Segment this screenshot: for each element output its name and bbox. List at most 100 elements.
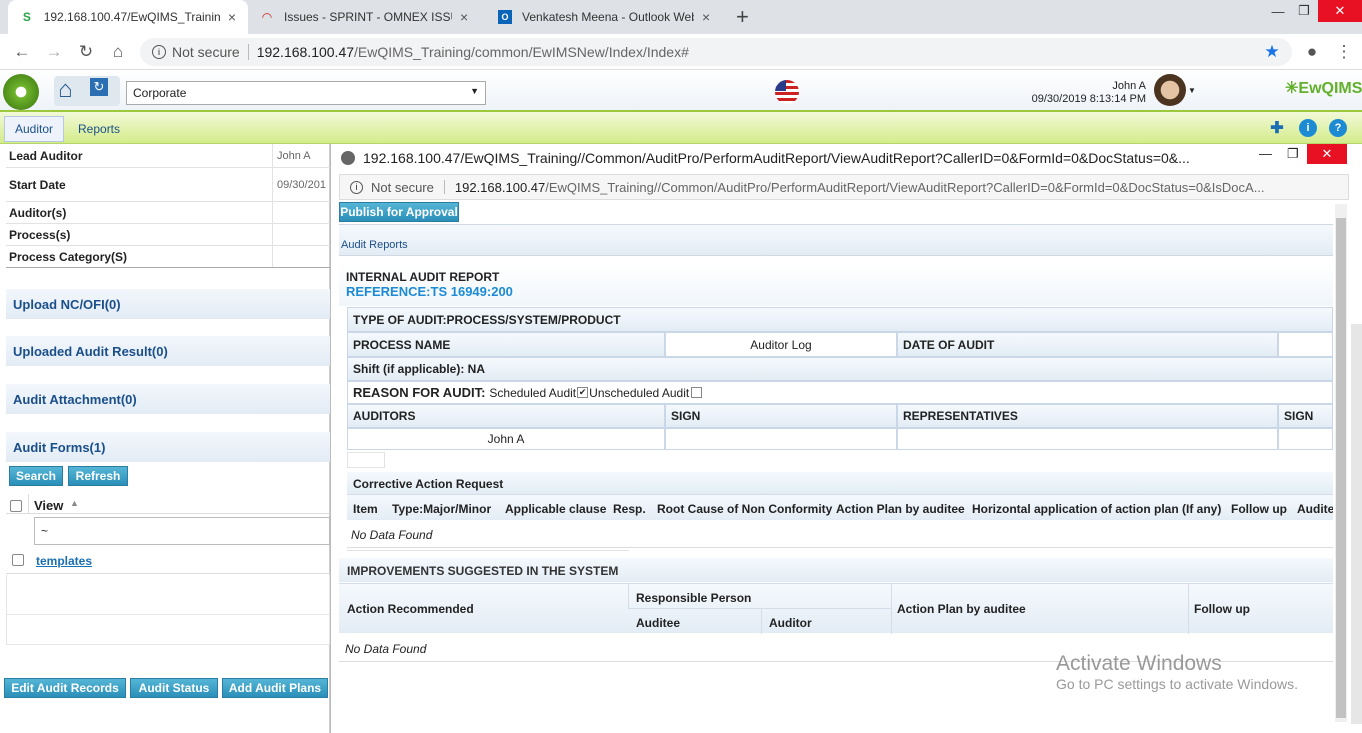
close-icon[interactable]: × bbox=[460, 9, 468, 25]
section-audit-attachment[interactable]: Audit Attachment(0) bbox=[6, 384, 330, 414]
publish-for-approval-button[interactable]: Publish for Approval bbox=[339, 202, 459, 222]
view-column-header[interactable]: View bbox=[34, 498, 63, 513]
representative-cell bbox=[897, 428, 1278, 450]
avatar[interactable] bbox=[1154, 74, 1186, 106]
imp-col-action[interactable]: Action Recommended bbox=[347, 602, 474, 616]
car-col-type[interactable]: Type:Major/Minor bbox=[392, 502, 491, 516]
car-col-horizontal[interactable]: Horizontal application of action plan (I… bbox=[972, 502, 1221, 516]
app-header: ⌂ ↻ Corporate ▼ John A 09/30/2019 8:13:1… bbox=[0, 70, 1362, 112]
car-col-resp[interactable]: Resp. bbox=[613, 502, 646, 516]
nav-reports[interactable]: Reports bbox=[68, 116, 130, 142]
reload-icon[interactable]: ↻ bbox=[74, 40, 98, 64]
corporate-dropdown[interactable]: Corporate ▼ bbox=[126, 81, 486, 105]
process-name-value: Auditor Log bbox=[665, 332, 897, 357]
tab-outlook[interactable]: O Venkatesh Meena - Outlook Web × bbox=[486, 0, 724, 34]
unscheduled-checkbox[interactable] bbox=[691, 387, 703, 398]
close-icon[interactable]: × bbox=[702, 9, 710, 25]
us-flag-icon[interactable] bbox=[775, 80, 799, 104]
ewqims-favicon-icon: S bbox=[22, 10, 31, 24]
car-col-follow-up[interactable]: Follow up bbox=[1231, 502, 1287, 516]
bookmark-star-icon[interactable]: ★ bbox=[1260, 40, 1284, 64]
add-audit-plans-button[interactable]: Add Audit Plans bbox=[222, 678, 328, 698]
pin-icon[interactable]: ✚ bbox=[1268, 119, 1286, 137]
row-label: Auditor(s) bbox=[6, 202, 273, 223]
row-process-category: Process Category(S) bbox=[6, 246, 330, 268]
grid-header: View ▲ bbox=[6, 494, 330, 514]
chevron-down-icon[interactable]: ▼ bbox=[1188, 86, 1196, 95]
audit-status-button[interactable]: Audit Status bbox=[130, 678, 218, 698]
globe-icon bbox=[341, 151, 355, 165]
row-label: Start Date bbox=[6, 168, 273, 201]
sign2-header: SIGN bbox=[1278, 404, 1333, 428]
chevron-down-icon: ▼ bbox=[470, 86, 479, 96]
section-uploaded-audit-result[interactable]: Uploaded Audit Result(0) bbox=[6, 336, 330, 366]
nav-auditor[interactable]: Auditor bbox=[4, 116, 65, 142]
row-checkbox[interactable] bbox=[12, 554, 24, 566]
window-close-icon[interactable]: ✕ bbox=[1307, 144, 1347, 164]
car-title: Corrective Action Request bbox=[347, 472, 1333, 494]
select-all-checkbox[interactable] bbox=[10, 500, 22, 512]
imp-col-auditor[interactable]: Auditor bbox=[769, 616, 812, 630]
minimize-icon[interactable]: — bbox=[1259, 146, 1272, 161]
search-button[interactable]: Search bbox=[9, 466, 63, 486]
imp-col-action-plan[interactable]: Action Plan by auditee bbox=[897, 602, 1026, 616]
scrollbar-thumb[interactable] bbox=[1336, 218, 1346, 718]
car-col-item[interactable]: Item bbox=[353, 502, 378, 516]
shift-row: Shift (if applicable): NA bbox=[347, 357, 1333, 381]
info-icon[interactable]: i bbox=[350, 180, 363, 194]
table-row: templates bbox=[6, 550, 330, 574]
reason-row: REASON FOR AUDIT: Scheduled Audit ✔ Unsc… bbox=[347, 381, 1333, 404]
scheduled-checkbox[interactable]: ✔ bbox=[577, 387, 589, 398]
row-value: John A bbox=[277, 149, 311, 162]
info-icon[interactable]: i bbox=[152, 45, 166, 59]
gauge-favicon-icon: ◠ bbox=[261, 10, 273, 24]
maximize-icon[interactable]: ❐ bbox=[1287, 146, 1299, 162]
imp-col-responsible[interactable]: Responsible Person bbox=[636, 591, 751, 605]
page-scrollbar[interactable] bbox=[1351, 324, 1362, 724]
forward-icon[interactable]: → bbox=[42, 40, 66, 64]
row-label: Process(s) bbox=[6, 224, 273, 245]
close-icon[interactable]: × bbox=[228, 9, 236, 25]
app-logo-icon bbox=[3, 74, 39, 110]
reason-label: REASON FOR AUDIT: bbox=[353, 385, 486, 400]
browser-address-bar: ← → ↻ ⌂ i Not secure 192.168.100.47 /EwQ… bbox=[0, 34, 1362, 70]
templates-link[interactable]: templates bbox=[36, 554, 92, 568]
car-col-root-cause[interactable]: Root Cause of Non Conformity bbox=[657, 502, 832, 516]
popup-scrollbar[interactable] bbox=[1335, 204, 1347, 722]
profile-icon[interactable]: ● bbox=[1300, 40, 1324, 64]
refresh-icon[interactable]: ↻ bbox=[90, 78, 108, 96]
imp-col-follow-up[interactable]: Follow up bbox=[1194, 602, 1250, 616]
sort-icon[interactable]: ▲ bbox=[70, 498, 79, 508]
section-audit-forms[interactable]: Audit Forms(1) bbox=[6, 432, 330, 462]
view-filter-input[interactable]: ~ bbox=[34, 517, 330, 545]
audit-details-panel: Lead Auditor John A Start Date 09/30/201… bbox=[0, 144, 330, 733]
report-header: INTERNAL AUDIT REPORT REFERENCE:TS 16949… bbox=[339, 262, 1333, 306]
section-upload-nc[interactable]: Upload NC/OFI(0) bbox=[6, 289, 330, 319]
unscheduled-label: Unscheduled Audit bbox=[589, 385, 690, 400]
popup-address-bar[interactable]: i Not secure 192.168.100.47 /EwQIMS_Trai… bbox=[339, 174, 1349, 200]
outlook-favicon-icon: O bbox=[498, 10, 512, 24]
row-auditors: Auditor(s) bbox=[6, 202, 330, 224]
url-field[interactable]: i Not secure 192.168.100.47 /EwQIMS_Trai… bbox=[140, 38, 1292, 66]
tab-issues[interactable]: ◠ Issues - SPRINT - OMNEX ISSUE × bbox=[248, 0, 486, 34]
not-secure-label: Not secure bbox=[371, 179, 434, 195]
car-col-auditee[interactable]: Audite bbox=[1297, 502, 1333, 516]
new-tab-button[interactable]: + bbox=[736, 4, 749, 30]
window-close-icon[interactable]: ✕ bbox=[1318, 0, 1362, 22]
home-icon[interactable]: ⌂ bbox=[106, 40, 130, 64]
car-col-clause[interactable]: Applicable clause bbox=[505, 502, 606, 516]
back-icon[interactable]: ← bbox=[10, 40, 34, 64]
activate-windows-title: Activate Windows bbox=[1056, 652, 1222, 675]
home-icon[interactable]: ⌂ bbox=[58, 76, 73, 104]
info-icon[interactable]: i bbox=[1299, 119, 1317, 137]
imp-col-auditee[interactable]: Auditee bbox=[636, 616, 680, 630]
divider bbox=[247, 44, 249, 60]
menu-kebab-icon[interactable]: ⋮ bbox=[1332, 40, 1356, 64]
brand-sun-icon: ✳ bbox=[1285, 80, 1299, 97]
edit-audit-records-button[interactable]: Edit Audit Records bbox=[4, 678, 126, 698]
help-icon[interactable]: ? bbox=[1329, 119, 1347, 137]
car-col-action-plan[interactable]: Action Plan by auditee bbox=[836, 502, 965, 516]
tab-ewqims[interactable]: S 192.168.100.47/EwQIMS_Training × bbox=[8, 0, 248, 34]
auditor-value: John A bbox=[347, 428, 665, 450]
refresh-button[interactable]: Refresh bbox=[68, 466, 128, 486]
